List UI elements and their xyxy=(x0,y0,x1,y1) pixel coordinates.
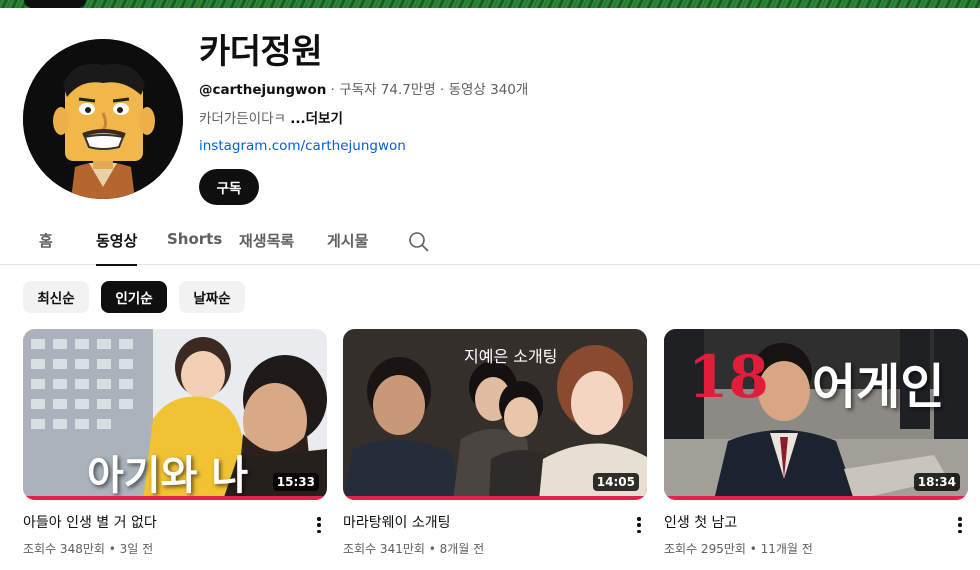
more-vert-icon[interactable] xyxy=(633,515,645,535)
channel-tabs: 홈 동영상 Shorts 재생목록 게시물 xyxy=(0,218,980,266)
video-duration: 15:33 xyxy=(272,473,319,491)
channel-stats: · 구독자 74.7만명 · 동영상 340개 xyxy=(326,82,529,98)
chip-latest[interactable]: 최신순 xyxy=(23,281,89,313)
channel-avatar[interactable] xyxy=(23,39,183,199)
tab-playlists[interactable]: 재생목록 xyxy=(239,218,294,265)
search-icon[interactable] xyxy=(408,231,430,253)
channel-handle: @carthejungwon xyxy=(199,82,327,98)
video-card[interactable]: 지예은 소개팅 14:05 마라탕웨이 소개팅 조회수 341만회 • 8개월 … xyxy=(343,329,647,556)
subscribe-button[interactable]: 구독 xyxy=(199,169,259,205)
video-duration: 14:05 xyxy=(592,473,639,491)
tab-home[interactable]: 홈 xyxy=(39,218,53,265)
video-thumbnail[interactable]: 아기와 나 15:33 xyxy=(23,329,327,500)
video-title[interactable]: 마라탕웨이 소개팅 xyxy=(343,512,623,532)
video-meta: 조회수 295만회 • 11개월 전 xyxy=(664,542,813,556)
chip-oldest[interactable]: 날짜순 xyxy=(179,281,245,313)
banner-edge xyxy=(24,0,86,8)
description-text: 카더가든이다ㅋ xyxy=(199,111,291,127)
tab-shorts[interactable]: Shorts xyxy=(167,218,222,265)
video-card[interactable]: 아기와 나 15:33 아들아 인생 별 거 없다 조회수 348만회 • 3일… xyxy=(23,329,327,556)
thumbnail-overlay-number: 18 xyxy=(688,343,769,411)
channel-meta: @carthejungwon · 구독자 74.7만명 · 동영상 340개 xyxy=(199,78,528,98)
tab-videos[interactable]: 동영상 xyxy=(96,218,138,266)
channel-link[interactable]: instagram.com/carthejungwon xyxy=(199,138,406,154)
video-card[interactable]: 18 어게인 18:34 인생 첫 남고 조회수 295만회 • 11개월 전 xyxy=(664,329,968,556)
video-meta: 조회수 341만회 • 8개월 전 xyxy=(343,542,485,556)
tab-posts[interactable]: 게시물 xyxy=(327,218,368,265)
channel-name: 카더정원 xyxy=(199,32,323,72)
chip-popular[interactable]: 인기순 xyxy=(101,281,167,313)
video-thumbnail[interactable]: 18 어게인 18:34 xyxy=(664,329,968,500)
watch-progress-bar xyxy=(343,496,647,500)
video-meta: 조회수 348만회 • 3일 전 xyxy=(23,542,154,556)
channel-description: 카더가든이다ㅋ ...더보기 xyxy=(199,107,343,127)
more-vert-icon[interactable] xyxy=(954,515,966,535)
thumbnail-overlay-text: 지예은 소개팅 xyxy=(464,347,558,366)
more-link[interactable]: ...더보기 xyxy=(290,111,343,127)
thumbnail-overlay-text: 어게인 xyxy=(812,359,945,415)
thumbnail-overlay-text: 아기와 나 xyxy=(87,453,249,499)
more-vert-icon[interactable] xyxy=(313,515,325,535)
video-title[interactable]: 인생 첫 남고 xyxy=(664,512,944,532)
video-duration: 18:34 xyxy=(913,473,960,491)
avatar-figure xyxy=(23,39,183,199)
watch-progress-bar xyxy=(664,496,968,500)
watch-progress-bar xyxy=(23,496,327,500)
video-title[interactable]: 아들아 인생 별 거 없다 xyxy=(23,512,303,532)
channel-banner xyxy=(0,0,980,8)
video-thumbnail[interactable]: 지예은 소개팅 14:05 xyxy=(343,329,647,500)
